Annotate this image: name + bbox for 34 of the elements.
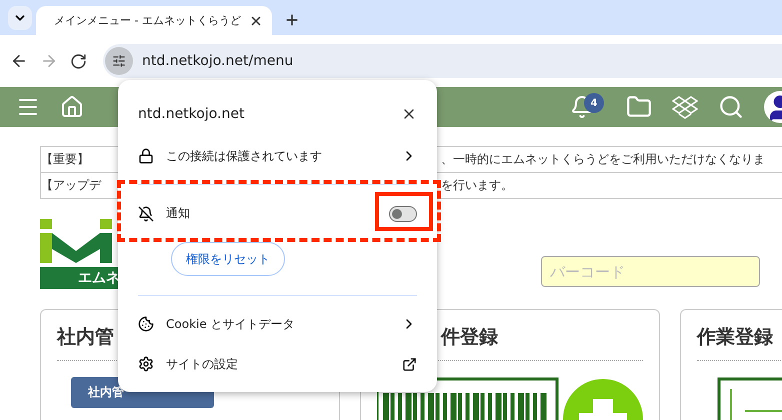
tab-title: メインメニュー - エムネットくらうど bbox=[54, 13, 241, 28]
notification-count: 4 bbox=[584, 93, 604, 113]
connection-item[interactable]: この接続は保護されています bbox=[118, 134, 437, 178]
tab-list-button[interactable] bbox=[8, 6, 32, 30]
barcode-field[interactable]: バーコード bbox=[541, 256, 760, 287]
bell-off-icon bbox=[138, 206, 154, 222]
site-settings-button[interactable] bbox=[105, 47, 133, 75]
card-title: 件登録 bbox=[440, 325, 498, 350]
back-icon[interactable] bbox=[10, 52, 28, 70]
home-icon[interactable] bbox=[60, 95, 84, 119]
reload-icon[interactable] bbox=[70, 52, 87, 70]
search-icon[interactable] bbox=[718, 94, 744, 120]
sliders-icon bbox=[112, 54, 126, 68]
permission-label: 通知 bbox=[166, 205, 191, 222]
new-tab-icon[interactable] bbox=[284, 12, 300, 28]
url-text: ntd.netkojo.net/menu bbox=[142, 53, 294, 69]
external-link-icon bbox=[402, 356, 417, 372]
notice-text: を行います。 bbox=[441, 177, 514, 194]
reset-permissions-button[interactable]: 権限をリセット bbox=[171, 242, 285, 276]
lock-icon bbox=[138, 148, 154, 164]
address-bar[interactable]: ntd.netkojo.net/menu bbox=[103, 44, 782, 78]
card-title: 社内管 bbox=[57, 325, 114, 350]
notice-label: 【アップデ bbox=[41, 177, 101, 194]
folder-icon[interactable] bbox=[626, 94, 652, 120]
notice-label: 【重要】 bbox=[41, 151, 89, 168]
popup-menu-item[interactable]: Cookie とサイトデータ bbox=[118, 304, 437, 344]
toggle-switch[interactable] bbox=[389, 206, 417, 222]
cookie-icon bbox=[138, 316, 154, 332]
browser-tab[interactable]: メインメニュー - エムネットくらうど bbox=[36, 6, 272, 35]
notice-text: 、一時的にエムネットくらうどをご利用いただけなくなりま bbox=[441, 151, 766, 168]
site-name: ntd.netkojo.net bbox=[138, 106, 244, 122]
card-title: 作業登録 bbox=[697, 325, 773, 350]
gear-icon bbox=[138, 356, 154, 372]
box-stack-icon[interactable] bbox=[672, 95, 698, 119]
